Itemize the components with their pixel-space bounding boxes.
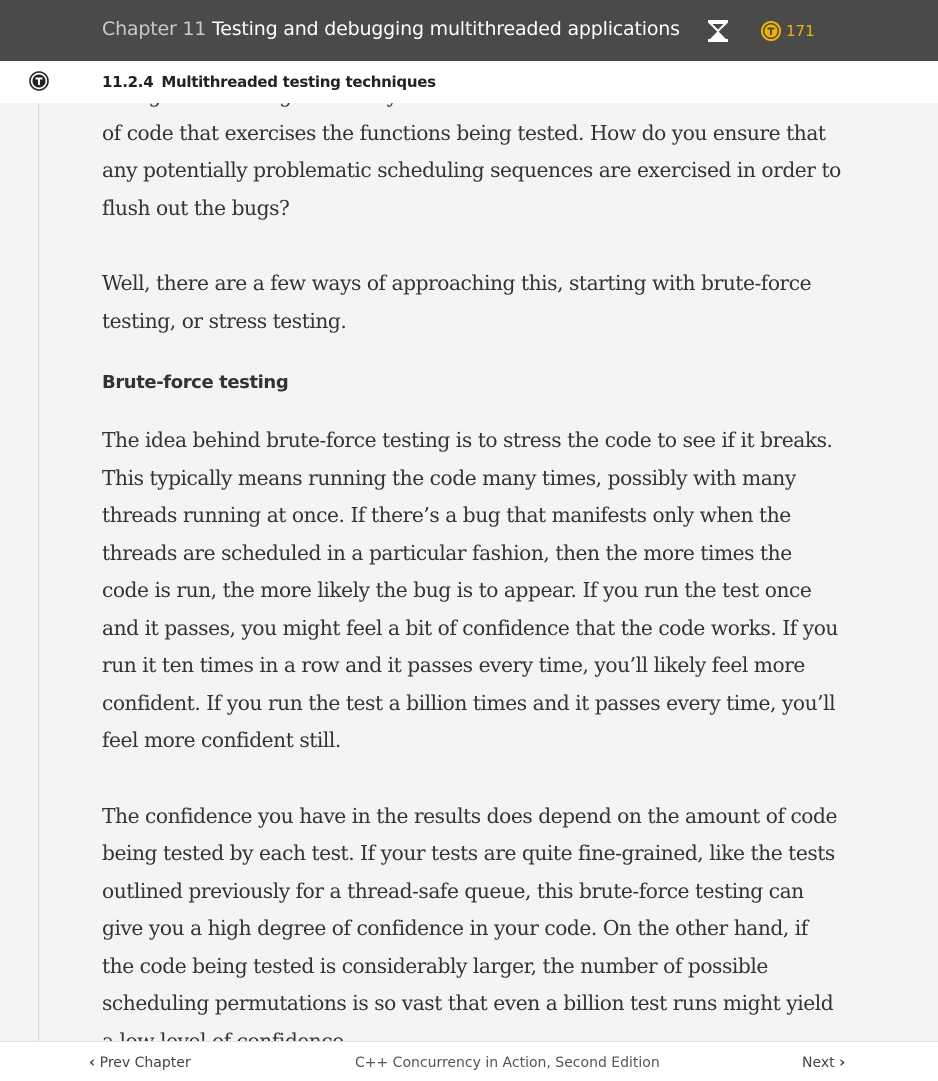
chapter-title[interactable]: Chapter 11 Testing and debugging multith…: [102, 18, 680, 40]
chapter-header: Chapter 11 Testing and debugging multith…: [0, 0, 938, 61]
footer-nav: ‹ Prev Chapter C++ Concurrency in Action…: [0, 1041, 938, 1081]
hourglass-icon[interactable]: [707, 19, 729, 43]
section-number: 11.2.4: [102, 73, 154, 91]
chevron-right-icon: ›: [839, 1053, 846, 1071]
prev-chapter-link[interactable]: ‹ Prev Chapter: [89, 1053, 191, 1071]
next-chapter-label: Next: [802, 1055, 835, 1071]
paragraph: The idea behind brute-force testing is t…: [102, 428, 838, 752]
book-title: C++ Concurrency in Action, Second Editio…: [355, 1055, 660, 1071]
paragraph: Well, there are a few ways of approachin…: [102, 271, 812, 333]
chapter-number: Chapter 11: [102, 18, 207, 40]
section-bar: 11.2.4 Multithreaded testing techniques: [0, 61, 938, 103]
prev-chapter-label: Prev Chapter: [99, 1055, 191, 1071]
reading-pane[interactable]: ...ve got the testing scenario you want …: [0, 61, 938, 1041]
chapter-name: Testing and debugging multithreaded appl…: [212, 18, 680, 40]
book-text: ...ve got the testing scenario you want …: [102, 77, 842, 1041]
token-coin-icon[interactable]: [761, 21, 781, 41]
subsection-heading: Brute-force testing: [102, 372, 289, 393]
circle-t-icon[interactable]: [29, 71, 49, 91]
token-count: 171: [786, 22, 815, 40]
section-heading: 11.2.4 Multithreaded testing techniques: [102, 73, 436, 91]
paragraph: The confidence you have in the results d…: [102, 803, 837, 1042]
section-title: Multithreaded testing techniques: [161, 73, 436, 91]
next-chapter-link[interactable]: Next ›: [802, 1053, 845, 1071]
chevron-left-icon: ‹: [89, 1053, 96, 1071]
